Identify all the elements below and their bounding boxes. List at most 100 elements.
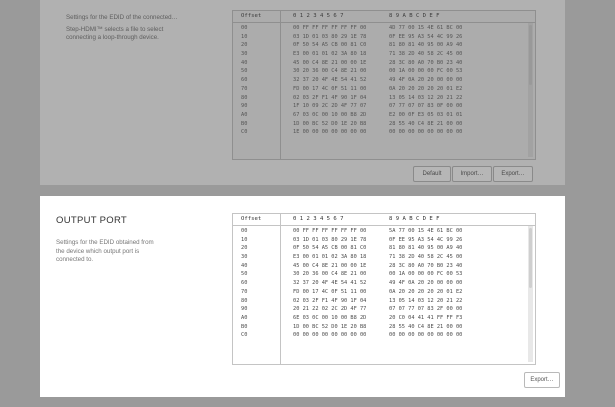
bytes-low-cell: 0F 50 54 A5 CB 00 81 C0: [293, 245, 367, 252]
byte-columns-header-high: 8 9 A B C D E F: [389, 13, 440, 19]
offset-cell: 10: [241, 236, 248, 243]
hex-row[interactable]: B0 1D 00 BC 52 D0 1E 20 B8 28 55 40 C4 8E …: [233, 119, 535, 128]
bytes-high-cell: 81 80 81 40 95 00 A9 40: [389, 245, 463, 252]
hex-row[interactable]: A0 6E 03 0C 00 10 00 B8 2D 20 C0 04 41 41 …: [233, 313, 535, 322]
hex-row[interactable]: 80 02 03 2F F1 4F 90 1F 04 13 05 14 03 12 …: [233, 93, 535, 102]
hex-row[interactable]: 10 03 1D 01 03 80 29 1E 78 0F EE 95 A3 54 …: [233, 235, 535, 244]
bytes-low-cell: 6E 03 0C 00 10 00 B8 2D: [293, 314, 367, 321]
hex-row[interactable]: 00 00 FF FF FF FF FF FF 00 5A 77 00 15 4E …: [233, 226, 535, 235]
bytes-low-cell: 03 1D 01 03 80 29 1E 78: [293, 236, 367, 243]
bytes-high-cell: E2 00 0F E3 05 03 01 01: [389, 111, 463, 118]
bytes-high-cell: 49 4F 0A 20 20 00 00 00: [389, 280, 463, 287]
offset-cell: 90: [241, 306, 248, 313]
page-title: OUTPUT PORT: [56, 215, 128, 226]
bytes-low-cell: 00 FF FF FF FF FF FF 00: [293, 228, 367, 234]
hex-row[interactable]: 70 FD 00 17 4C 0F 51 11 00 0A 20 20 20 20 …: [233, 84, 535, 93]
offset-cell: 50: [241, 271, 248, 278]
bytes-low-cell: FD 00 17 4C 0F 51 11 00: [293, 288, 367, 295]
hex-row[interactable]: 50 30 20 36 00 C4 8E 21 00 00 1A 00 00 00 …: [233, 66, 535, 75]
bytes-low-cell: 30 20 36 00 C4 8E 21 00: [293, 68, 367, 75]
export-button[interactable]: Export…: [493, 166, 533, 182]
offset-cell: 20: [241, 42, 248, 49]
offset-cell: 70: [241, 288, 248, 295]
bytes-low-cell: 1E 00 00 00 00 00 00 00: [293, 129, 367, 136]
offset-cell: 60: [241, 77, 248, 84]
bytes-high-cell: 20 C0 04 41 41 FF FF F3: [389, 314, 463, 321]
bytes-high-cell: 4D 77 00 15 4E 61 BC 00: [389, 25, 463, 31]
description-line: the device which output port is: [56, 247, 140, 255]
bytes-high-cell: 0F EE 95 A3 54 4C 99 26: [389, 33, 463, 40]
scrollbar-thumb[interactable]: [529, 228, 532, 288]
bytes-high-cell: 07 07 77 07 83 2F 00 00: [389, 306, 463, 313]
output-port-panel: OUTPUT PORT Settings for the EDID obtain…: [40, 196, 565, 397]
offset-cell: 80: [241, 94, 248, 101]
bytes-low-cell: 1F 10 09 2C 2D 4F 77 07: [293, 103, 367, 110]
offset-cell: 40: [241, 262, 248, 269]
bytes-high-cell: 5A 77 00 15 4E 61 BC 00: [389, 228, 463, 234]
hex-row[interactable]: 40 45 00 C4 8E 21 00 00 1E 28 3C 80 A0 70 …: [233, 58, 535, 67]
bytes-high-cell: 71 38 2D 40 58 2C 45 00: [389, 254, 463, 261]
offset-cell: C0: [241, 129, 248, 136]
offset-cell: A0: [241, 314, 248, 321]
export-button[interactable]: Export…: [524, 372, 560, 388]
hex-row[interactable]: 20 0F 50 54 A5 CB 00 81 C0 81 80 81 40 95 …: [233, 243, 535, 252]
offset-cell: 90: [241, 103, 248, 110]
import-button[interactable]: Import…: [452, 166, 492, 182]
hex-row[interactable]: 50 30 20 36 00 C4 8E 21 00 00 1A 00 00 00 …: [233, 269, 535, 278]
offset-cell: A0: [241, 111, 248, 118]
hex-row[interactable]: 60 32 37 20 4F 4E 54 41 52 49 4F 0A 20 20 …: [233, 75, 535, 84]
hex-row[interactable]: 10 03 1D 01 03 80 29 1E 78 0F EE 95 A3 54 …: [233, 32, 535, 41]
bytes-high-cell: 00 1A 00 00 00 FC 00 53: [389, 68, 463, 75]
bytes-high-cell: 28 55 40 C4 8E 21 00 00: [389, 120, 463, 127]
hex-row[interactable]: 60 32 37 20 4F 4E 54 41 52 49 4F 0A 20 20 …: [233, 278, 535, 287]
hex-row[interactable]: C0 00 00 00 00 00 00 00 00 00 00 00 00 00 …: [233, 330, 535, 339]
input-port-description: Settings for the EDID of the connected… …: [66, 14, 236, 43]
bytes-high-cell: 00 1A 00 00 00 FC 00 53: [389, 271, 463, 278]
bytes-high-cell: 28 3C 80 A0 70 B0 23 40: [389, 262, 463, 269]
byte-columns-header-low: 0 1 2 3 4 5 6 7: [293, 13, 344, 19]
bytes-low-cell: 03 1D 01 03 80 29 1E 78: [293, 33, 367, 40]
bytes-high-cell: 28 55 40 C4 8E 21 00 00: [389, 323, 463, 330]
hex-row[interactable]: C0 1E 00 00 00 00 00 00 00 00 00 00 00 00 …: [233, 127, 535, 136]
input-edid-hex-table[interactable]: Offset 0 1 2 3 4 5 6 7 8 9 A B C D E F 0…: [232, 10, 536, 160]
offset-header: Offset: [241, 13, 262, 19]
default-button[interactable]: Default: [413, 166, 451, 182]
hex-row[interactable]: 30 E3 00 01 01 02 3A 80 18 71 38 2D 40 58 …: [233, 49, 535, 58]
hex-row[interactable]: A0 67 03 0C 00 10 00 B8 2D E2 00 0F E3 05 …: [233, 110, 535, 119]
scrollbar[interactable]: [528, 226, 533, 362]
hex-row[interactable]: 90 20 21 22 02 2C 2D 4F 77 07 07 77 07 83 …: [233, 304, 535, 313]
hex-row[interactable]: 90 1F 10 09 2C 2D 4F 77 07 07 77 07 07 83 …: [233, 101, 535, 110]
offset-cell: B0: [241, 120, 248, 127]
offset-cell: 70: [241, 85, 248, 92]
offset-cell: 30: [241, 51, 248, 58]
bytes-low-cell: 02 03 2F F1 4F 90 1F 04: [293, 94, 367, 101]
scrollbar[interactable]: [528, 23, 533, 157]
bytes-high-cell: 0F EE 95 A3 54 4C 99 26: [389, 236, 463, 243]
bytes-high-cell: 00 00 00 00 00 00 00 00: [389, 332, 463, 339]
hex-row[interactable]: 20 0F 50 54 A5 CB 00 81 C0 81 80 81 40 95 …: [233, 40, 535, 49]
output-edid-hex-table[interactable]: Offset 0 1 2 3 4 5 6 7 8 9 A B C D E F 0…: [232, 213, 536, 365]
bytes-low-cell: E3 00 01 01 02 3A 80 18: [293, 254, 367, 261]
bytes-high-cell: 28 3C 80 A0 70 B0 23 40: [389, 59, 463, 66]
bytes-high-cell: 49 4F 0A 20 20 00 00 00: [389, 77, 463, 84]
hex-row[interactable]: B0 1D 00 BC 52 D0 1E 20 B8 28 55 40 C4 8E …: [233, 322, 535, 331]
hex-row[interactable]: 30 E3 00 01 01 02 3A 80 18 71 38 2D 40 58 …: [233, 252, 535, 261]
offset-cell: 80: [241, 297, 248, 304]
bytes-low-cell: 02 03 2F F1 4F 90 1F 04: [293, 297, 367, 304]
offset-header: Offset: [241, 216, 262, 222]
scrollbar-thumb[interactable]: [529, 25, 532, 85]
offset-cell: B0: [241, 323, 248, 330]
bytes-low-cell: 32 37 20 4F 4E 54 41 52: [293, 77, 367, 84]
description-line: connecting a loop-through device.: [66, 34, 159, 41]
bytes-low-cell: 00 FF FF FF FF FF FF 00: [293, 25, 367, 31]
hex-row[interactable]: 40 45 00 C4 8E 21 00 00 1E 28 3C 80 A0 70 …: [233, 261, 535, 270]
hex-row[interactable]: 80 02 03 2F F1 4F 90 1F 04 13 05 14 03 12 …: [233, 296, 535, 305]
byte-columns-header-low: 0 1 2 3 4 5 6 7: [293, 216, 344, 222]
bytes-high-cell: 0A 20 20 20 20 20 01 E2: [389, 288, 463, 295]
description-line: Step-HDMI™ selects a file to select: [66, 25, 164, 33]
bytes-high-cell: 81 80 81 40 95 00 A9 40: [389, 42, 463, 49]
hex-row[interactable]: 00 00 FF FF FF FF FF FF 00 4D 77 00 15 4E …: [233, 23, 535, 32]
hex-row[interactable]: 70 FD 00 17 4C 0F 51 11 00 0A 20 20 20 20 …: [233, 287, 535, 296]
bytes-low-cell: E3 00 01 01 02 3A 80 18: [293, 51, 367, 58]
offset-cell: 30: [241, 254, 248, 261]
